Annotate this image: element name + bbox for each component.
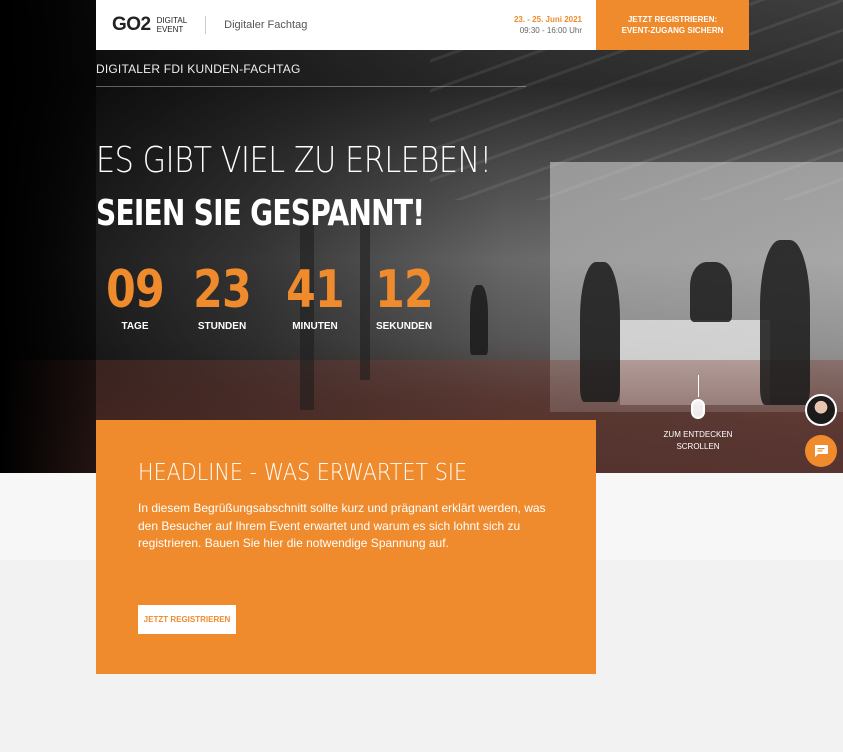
intro-headline: HEADLINE - WAS ERWARTET SIE [138,460,468,486]
scroll-hint[interactable]: ZUM ENTDECKEN SCROLLEN [660,375,736,453]
scroll-line [697,375,699,397]
event-date-box: 23. - 25. Juni 2021 09:30 - 16:00 Uhr [514,15,596,35]
hero-headline-bold: SEIEN SIE GESPANNT! [96,193,425,234]
countdown-seconds-value: 12 [375,260,434,320]
countdown-days-label: TAGE [121,321,149,332]
countdown-seconds-label: SEKUNDEN [375,321,433,332]
logo-wordmark: GO2 [112,14,151,35]
register-header-button[interactable]: JETZT REGISTRIEREN: EVENT-ZUGANG SICHERN [596,0,749,50]
chat-button[interactable] [805,435,837,467]
mouse-icon [691,399,705,419]
register-header-line1: JETZT REGISTRIEREN: [627,15,718,24]
left-dark-strip [0,0,96,473]
countdown-timer: 09 TAGE 23 STUNDEN 41 MINUTEN 12 SEKUNDE… [96,260,448,332]
countdown-minutes: 41 MINUTEN [270,260,360,332]
countdown-minutes-label: MINUTEN [292,321,338,332]
scroll-hint-line1: ZUM ENTDECKEN [663,430,733,439]
countdown-days-value: 09 [106,260,165,320]
event-time: 09:30 - 16:00 Uhr [519,26,582,35]
scroll-hint-line2: SCROLLEN [676,442,720,451]
visitor-silhouette [470,285,488,355]
visitor-silhouette [580,262,620,402]
countdown-hours: 23 STUNDEN [174,260,270,332]
register-button[interactable]: JETZT REGISTRIEREN [138,605,236,634]
visitor-silhouette [760,240,810,405]
subtitle-divider [96,86,526,87]
register-header-line2: EVENT-ZUGANG SICHERN [621,26,724,35]
go2-logo[interactable]: GO2 DIGITAL EVENT [96,14,187,36]
logo-sub-line2: EVENT [156,25,184,34]
countdown-seconds: 12 SEKUNDEN [360,260,448,332]
logo-subtitle: DIGITAL EVENT [157,16,188,34]
intro-text: In diesem Begrüßungsabschnitt sollte kur… [138,501,546,550]
scroll-hint-text: ZUM ENTDECKEN SCROLLEN [660,429,736,453]
visitor-silhouette [690,262,732,322]
top-bar: GO2 DIGITAL EVENT Digitaler Fachtag 23. … [96,0,596,50]
countdown-days: 09 TAGE [96,260,174,332]
event-date: 23. - 25. Juni 2021 [513,15,582,24]
event-type-label: Digitaler Fachtag [224,19,308,31]
hero-headline-light: ES GIBT VIEL ZU ERLEBEN! [96,140,492,181]
intro-card: HEADLINE - WAS ERWARTET SIE In diesem Be… [96,420,596,674]
countdown-minutes-value: 41 [286,260,345,320]
countdown-hours-label: STUNDEN [197,321,247,332]
chat-bubble-icon [814,445,828,457]
countdown-hours-value: 23 [193,260,252,320]
avatar[interactable] [805,394,837,426]
hero-subtitle: DIGITALER FDI KUNDEN-FACHTAG [96,62,301,76]
logo-sub-line1: DIGITAL [156,16,188,25]
header-divider [205,16,207,34]
